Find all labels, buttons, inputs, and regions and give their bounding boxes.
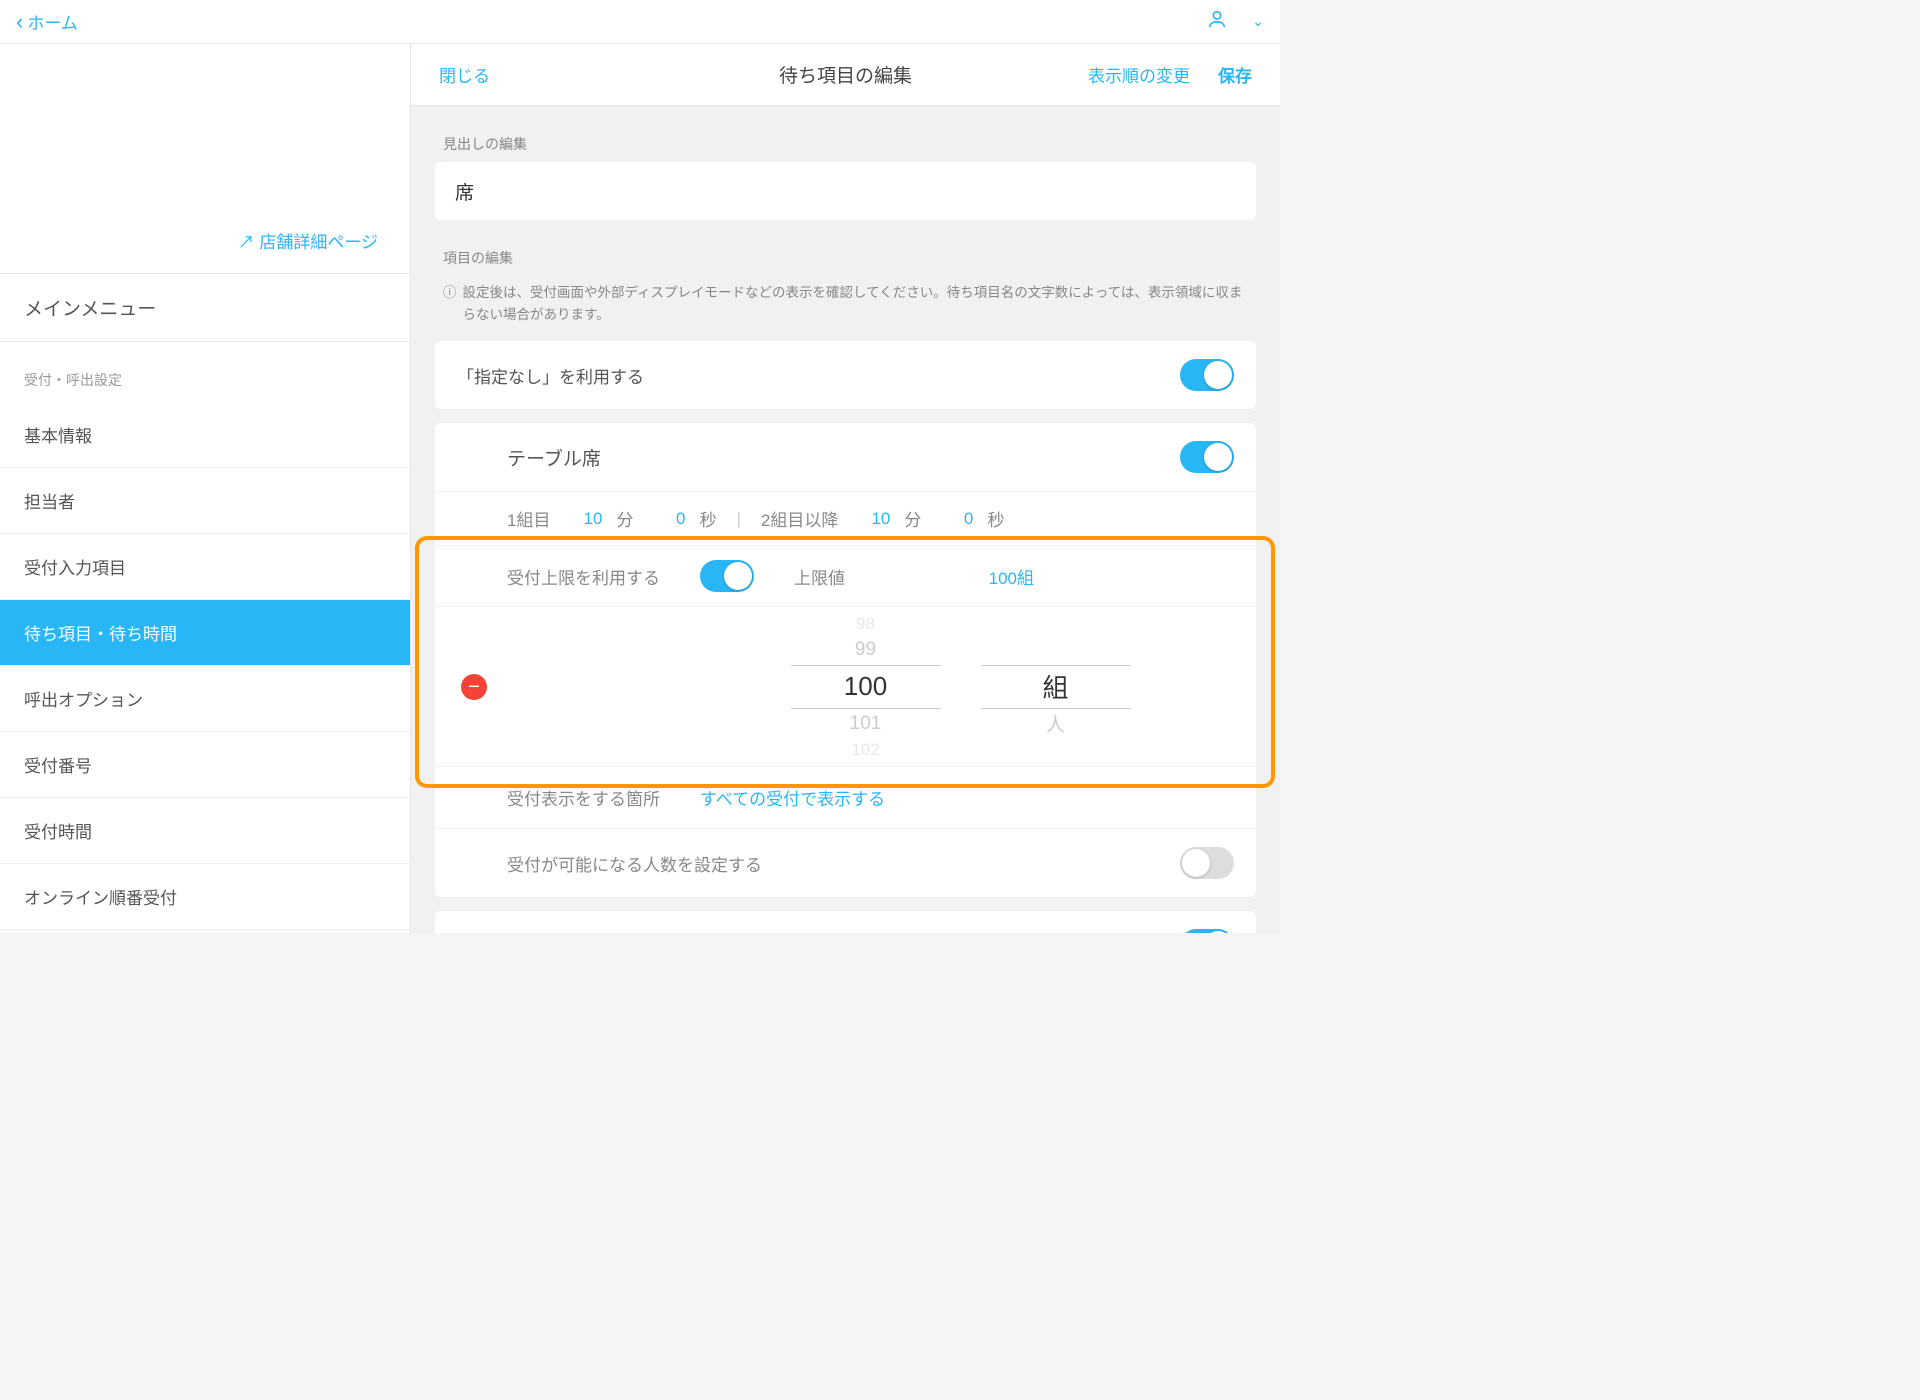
use-limit-toggle[interactable] (700, 560, 754, 592)
seat-name: テーブル席 (507, 444, 601, 471)
people-count-label: 受付が可能になる人数を設定する (507, 851, 762, 876)
heading-label: 見出しの編集 (435, 134, 1256, 154)
sidebar-item-basic[interactable]: 基本情報 (0, 402, 410, 468)
use-none-label: 「指定なし」を利用する (457, 363, 644, 388)
heading-input[interactable] (435, 162, 1256, 220)
unit-picker[interactable]: 組 人 (981, 613, 1131, 761)
sidebar: ↗ 店舗詳細ページ メインメニュー 受付・呼出設定 基本情報 担当者 受付入力項… (0, 44, 411, 933)
seat1-toggle[interactable] (1180, 441, 1234, 473)
items-label: 項目の編集 (435, 248, 1256, 268)
back-button[interactable]: ‹ ホーム (16, 9, 78, 34)
limit-value[interactable]: 100組 (989, 564, 1034, 589)
page-title: 待ち項目の編集 (779, 61, 912, 88)
sidebar-item-wait[interactable]: 待ち項目・待ち時間 (0, 600, 410, 666)
chevron-down-icon[interactable]: ⌄ (1252, 13, 1264, 30)
sidebar-item-input[interactable]: 受付入力項目 (0, 534, 410, 600)
sidebar-item-number[interactable]: 受付番号 (0, 732, 410, 798)
use-limit-label: 受付上限を利用する (507, 564, 660, 589)
section-label: 受付・呼出設定 (0, 342, 410, 402)
seat2-toggle[interactable] (1180, 929, 1234, 933)
back-label: ホーム (27, 9, 78, 34)
info-icon: ⓘ (443, 282, 457, 325)
people-count-toggle[interactable] (1180, 847, 1234, 879)
timing-row[interactable]: 1組目 10 分 0 秒 | 2組目以降 10 分 0 秒 (435, 492, 1256, 546)
number-picker[interactable]: 98 99 100 101 102 (791, 613, 941, 761)
seat2-name: カウンター席 (507, 932, 621, 933)
info-note: ⓘ 設定後は、受付画面や外部ディスプレイモードなどの表示を確認してください。待ち… (435, 276, 1256, 341)
save-button[interactable]: 保存 (1218, 62, 1252, 87)
sidebar-item-time[interactable]: 受付時間 (0, 798, 410, 864)
sidebar-item-board[interactable]: レストランボード連携 (0, 930, 410, 933)
minus-icon: − (468, 677, 480, 697)
remove-button[interactable]: − (461, 674, 487, 700)
main-menu-heading[interactable]: メインメニュー (0, 274, 410, 342)
display-location-row[interactable]: 受付表示をする箇所 すべての受付で表示する (435, 767, 1256, 829)
user-icon[interactable] (1206, 8, 1228, 35)
sidebar-item-online[interactable]: オンライン順番受付 (0, 864, 410, 930)
close-button[interactable]: 閉じる (439, 62, 490, 87)
sidebar-item-staff[interactable]: 担当者 (0, 468, 410, 534)
sidebar-item-call[interactable]: 呼出オプション (0, 666, 410, 732)
store-detail-link[interactable]: ↗ 店舗詳細ページ (238, 233, 378, 252)
reorder-button[interactable]: 表示順の変更 (1088, 62, 1190, 87)
use-none-toggle[interactable] (1180, 359, 1234, 391)
chevron-left-icon: ‹ (16, 11, 23, 33)
content-header: 閉じる 待ち項目の編集 表示順の変更 保存 (411, 44, 1280, 106)
limit-label: 上限値 (794, 564, 845, 589)
